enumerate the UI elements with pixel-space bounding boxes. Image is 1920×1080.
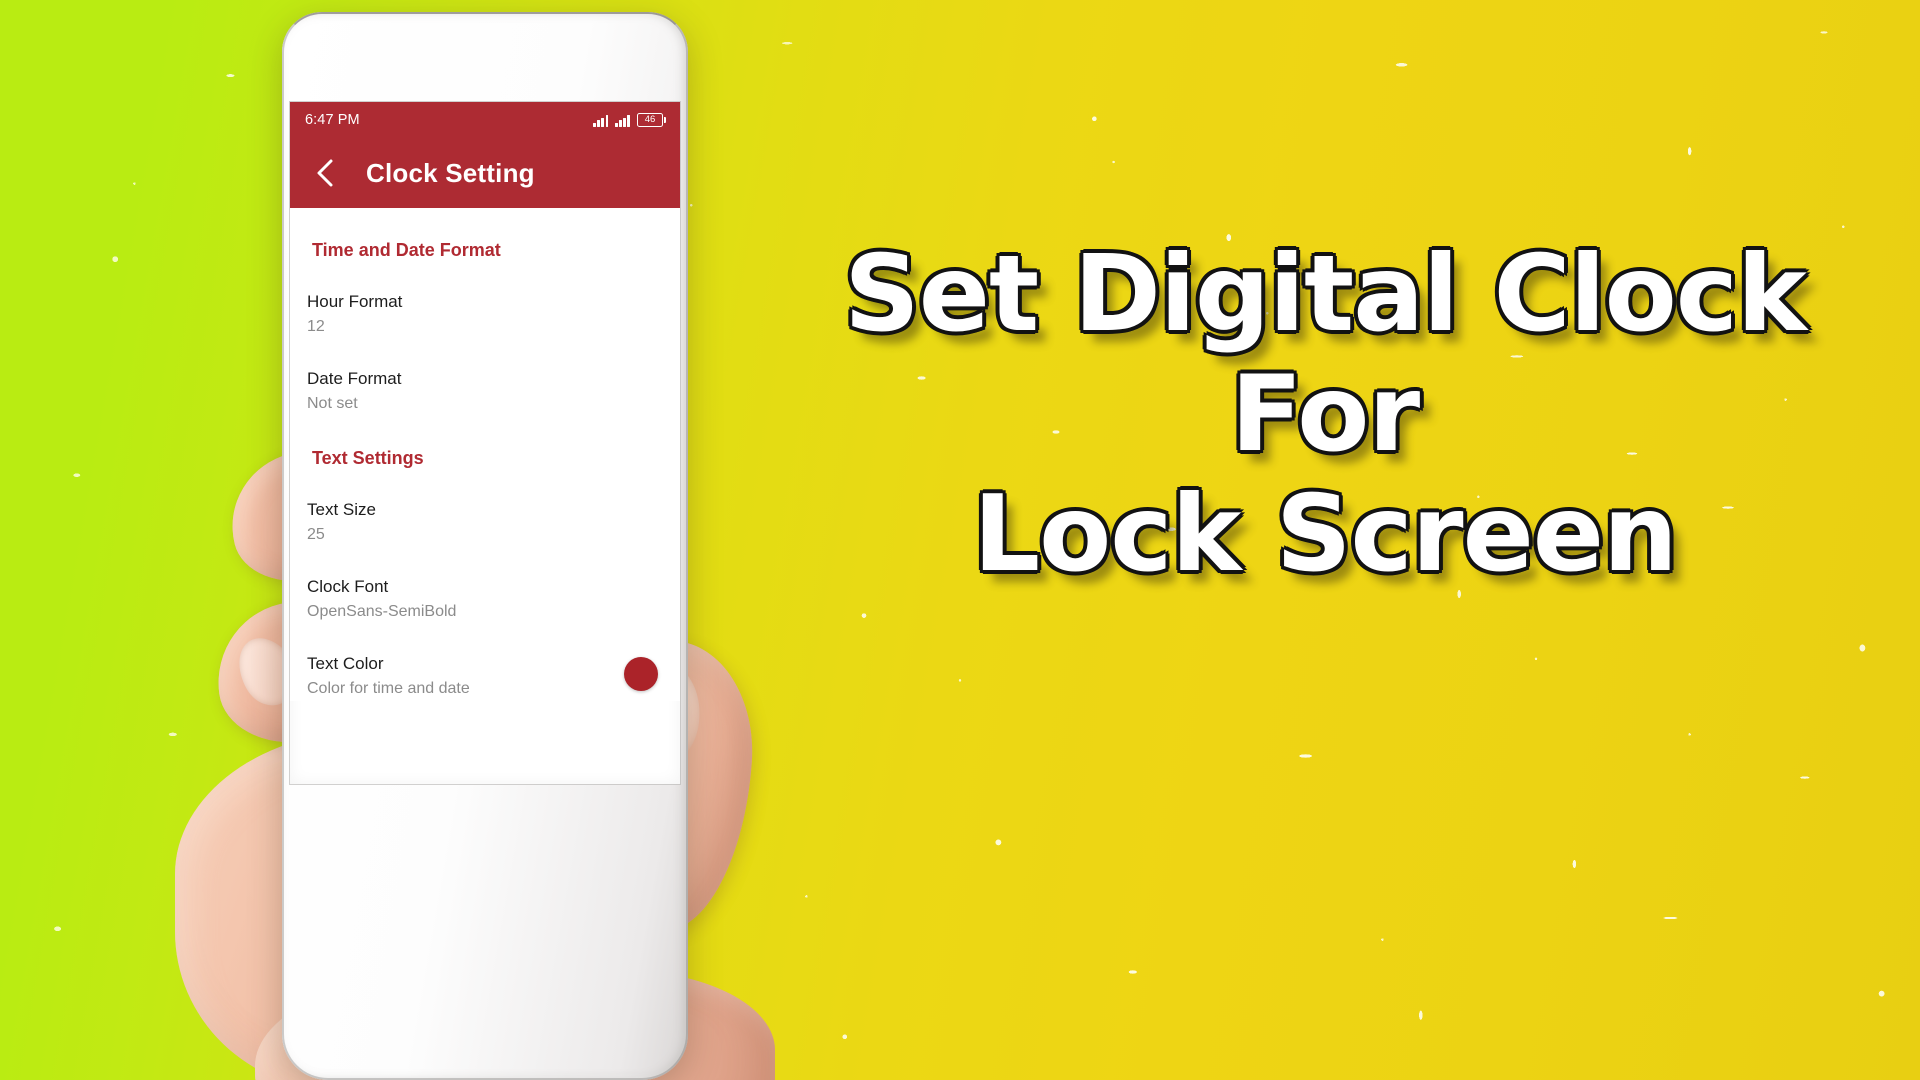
battery-level-label: 46 bbox=[644, 114, 656, 126]
signal-bars-icon-1 bbox=[593, 114, 609, 127]
setting-row-hour-format[interactable]: Hour Format 12 bbox=[290, 261, 680, 338]
status-bar: 6:47 PM 46 bbox=[290, 102, 680, 138]
settings-list: Time and Date Format Hour Format 12 Date… bbox=[290, 208, 680, 701]
app-bar: 6:47 PM 46 Clock Setting bbox=[290, 102, 680, 208]
setting-title: Date Format bbox=[307, 369, 402, 389]
signal-bars-icon-2 bbox=[615, 114, 630, 127]
headline-line-2: For bbox=[1230, 353, 1420, 476]
setting-value: Not set bbox=[307, 395, 358, 413]
phone-screen: 6:47 PM 46 Clock Setting Time and Date F… bbox=[290, 102, 680, 784]
setting-row-text-color[interactable]: Text Color Color for time and date bbox=[290, 623, 680, 700]
battery-icon: 46 bbox=[637, 113, 666, 127]
smartphone: 6:47 PM 46 Clock Setting Time and Date F… bbox=[282, 12, 688, 1080]
promo-headline: Set Digital Clock For Lock Screen bbox=[760, 233, 1890, 596]
setting-title: Clock Font bbox=[307, 576, 389, 596]
text-color-swatch[interactable] bbox=[624, 657, 658, 692]
status-bar-icons: 46 bbox=[593, 113, 666, 127]
setting-value: Color for time and date bbox=[307, 680, 470, 698]
section-header-text-settings: Text Settings bbox=[312, 447, 424, 468]
status-bar-time: 6:47 PM bbox=[305, 112, 360, 128]
setting-value: 12 bbox=[307, 317, 325, 335]
setting-title: Hour Format bbox=[307, 292, 403, 311]
setting-row-clock-font[interactable]: Clock Font OpenSans-SemiBold bbox=[290, 546, 680, 623]
title-bar: Clock Setting bbox=[290, 138, 680, 208]
setting-value: 25 bbox=[307, 525, 325, 543]
headline-line-1: Set Digital Clock bbox=[844, 233, 1807, 355]
section-header-time-and-date-format: Time and Date Format bbox=[312, 240, 501, 260]
setting-value: OpenSans-SemiBold bbox=[307, 602, 457, 620]
chevron-left-icon bbox=[317, 159, 333, 187]
back-button[interactable] bbox=[306, 154, 344, 192]
setting-row-text-size[interactable]: Text Size 25 bbox=[290, 469, 680, 546]
setting-title: Text Size bbox=[307, 499, 376, 519]
setting-row-date-format[interactable]: Date Format Not set bbox=[290, 338, 680, 415]
setting-title: Text Color bbox=[307, 654, 384, 674]
headline-line-3: Lock Screen bbox=[973, 473, 1678, 596]
page-title: Clock Setting bbox=[366, 157, 535, 188]
